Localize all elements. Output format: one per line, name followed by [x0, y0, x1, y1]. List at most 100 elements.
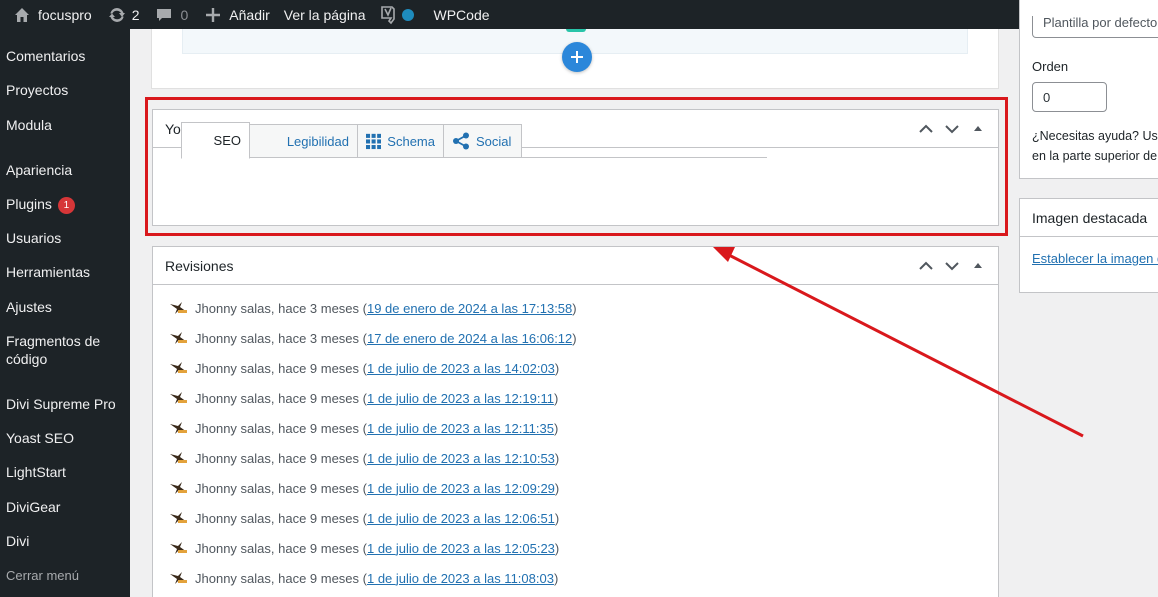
- yoast-seo-box: Yoast SEO SEO Legibilidad Schema Social: [152, 109, 999, 226]
- sidebar-item-modula[interactable]: Modula: [6, 116, 126, 134]
- plus-icon: [206, 7, 221, 22]
- revision-author: Jhonny salas, hace 9 meses (: [195, 510, 367, 526]
- help-text: ¿Necesitas ayuda? Usa en la parte superi…: [1032, 126, 1158, 166]
- revision-link[interactable]: 19 de enero de 2024 a las 17:13:58: [367, 301, 572, 316]
- revision-link[interactable]: 1 de julio de 2023 a las 12:05:23: [367, 541, 555, 556]
- sidebar-item-proyectos[interactable]: Proyectos: [6, 81, 126, 99]
- avatar: [169, 391, 189, 405]
- revision-link[interactable]: 17 de enero de 2024 a las 16:06:12: [367, 331, 572, 346]
- update-icon: [108, 7, 125, 22]
- sidebar-item-label: DiviGear: [6, 499, 61, 515]
- revision-author: Jhonny salas, hace 3 meses (: [195, 330, 367, 346]
- yoast-menu[interactable]: [372, 0, 434, 29]
- sidebar-item-label: Divi Supreme Pro: [6, 396, 116, 412]
- featured-image-title: Imagen destacada: [1020, 199, 1158, 237]
- revision-close: ): [554, 450, 560, 466]
- sidebar-item-ajustes[interactable]: Ajustes: [6, 298, 126, 316]
- sidebar-item-label: Modula: [6, 117, 52, 133]
- sidebar-item-yoast[interactable]: Yoast SEO: [6, 429, 126, 447]
- template-select[interactable]: Plantilla por defecto: [1032, 16, 1158, 38]
- revision-author: Jhonny salas, hace 9 meses (: [195, 540, 367, 556]
- avatar: [169, 511, 189, 525]
- revisions-box: Revisiones Jhonny salas, hace 3 meses (1…: [152, 246, 999, 597]
- revision-author: Jhonny salas, hace 9 meses (: [195, 570, 367, 586]
- wordpress-home-icon: [15, 7, 29, 22]
- revision-link[interactable]: 1 de julio de 2023 a las 12:11:35: [367, 421, 554, 436]
- revision-link[interactable]: 1 de julio de 2023 a las 14:02:03: [367, 361, 555, 376]
- order-label: Orden: [1032, 59, 1069, 74]
- chevron-up-icon[interactable]: [918, 258, 934, 274]
- yoast-icon: [380, 5, 395, 24]
- view-page-link[interactable]: Ver la página: [276, 0, 372, 29]
- sidebar-item-plugins[interactable]: Plugins 1: [6, 195, 126, 214]
- sidebar-item-label: Plugins: [6, 196, 52, 212]
- revision-close: ): [553, 570, 559, 586]
- sidebar-item-label: Fragmentos de código: [6, 333, 101, 367]
- add-new-label: Añadir: [229, 6, 270, 23]
- sidebar-item-fragmentos[interactable]: Fragmentos de código: [6, 332, 116, 368]
- admin-bar: focuspro 2 0 Añadir Ver la página WPCode: [0, 0, 1158, 29]
- sidebar-item-divigear[interactable]: DiviGear: [6, 498, 126, 516]
- order-input[interactable]: [1032, 82, 1107, 112]
- yoast-status-dot: [401, 8, 414, 21]
- plus-icon: [571, 51, 583, 63]
- sidebar-item-herramientas[interactable]: Herramientas: [6, 263, 126, 281]
- sidebar-item-usuarios[interactable]: Usuarios: [6, 229, 126, 247]
- comments-link[interactable]: 0: [146, 0, 195, 29]
- revision-author: Jhonny salas, hace 9 meses (: [195, 420, 367, 436]
- wpcode-label: WPCode: [433, 6, 490, 23]
- site-name: focuspro: [38, 6, 92, 23]
- tab-seo[interactable]: SEO: [181, 122, 250, 159]
- revision-close: ): [554, 480, 560, 496]
- list-item: Jhonny salas, hace 3 meses (19 de enero …: [169, 298, 577, 318]
- list-item: Jhonny salas, hace 3 meses (17 de enero …: [169, 328, 577, 348]
- tab-social[interactable]: Social: [443, 124, 522, 158]
- sidebar-item-divi[interactable]: Divi: [6, 532, 126, 550]
- set-featured-image-link[interactable]: Establecer la imagen d: [1032, 251, 1158, 266]
- avatar: [169, 361, 189, 375]
- collapse-arrow-icon[interactable]: [970, 258, 986, 274]
- sidebar-item-label: Apariencia: [6, 162, 73, 178]
- collapse-menu-button[interactable]: Cerrar menú: [6, 567, 126, 585]
- sidebar-item-lightstart[interactable]: LightStart: [6, 463, 126, 481]
- list-item: Jhonny salas, hace 9 meses (1 de julio d…: [169, 538, 559, 558]
- revision-close: ): [554, 360, 560, 376]
- revisions-header: Revisiones: [153, 247, 998, 285]
- chevron-down-icon[interactable]: [944, 258, 960, 274]
- tab-legibilidad[interactable]: Legibilidad: [249, 124, 358, 158]
- add-section-button[interactable]: [562, 42, 592, 72]
- sidebar-item-comentarios[interactable]: Comentarios: [6, 47, 126, 65]
- revisions-title: Revisiones: [165, 257, 234, 274]
- tab-social-label: Social: [476, 133, 512, 149]
- site-home-link[interactable]: focuspro: [0, 0, 98, 29]
- sidebar-item-label: Comentarios: [6, 48, 86, 64]
- revision-link[interactable]: 1 de julio de 2023 a las 12:06:51: [367, 511, 555, 526]
- tab-schema-label: Schema: [387, 133, 435, 149]
- sidebar-item-label: Yoast SEO: [6, 430, 74, 446]
- tab-schema[interactable]: Schema: [357, 124, 444, 158]
- revision-author: Jhonny salas, hace 9 meses (: [195, 390, 367, 406]
- plugins-update-badge: 1: [57, 197, 75, 214]
- avatar: [169, 541, 189, 555]
- avatar: [169, 421, 189, 435]
- featured-image-box: Imagen destacada Establecer la imagen d: [1019, 198, 1158, 293]
- sidebar-item-divi-supreme[interactable]: Divi Supreme Pro: [6, 395, 126, 413]
- revision-link[interactable]: 1 de julio de 2023 a las 12:10:53: [367, 451, 555, 466]
- add-new-link[interactable]: Añadir: [194, 0, 275, 29]
- list-item: Jhonny salas, hace 9 meses (1 de julio d…: [169, 508, 559, 528]
- page-builder-box: [151, 29, 999, 89]
- share-icon: [453, 132, 469, 150]
- revision-link[interactable]: 1 de julio de 2023 a las 12:19:11: [367, 391, 554, 406]
- sidebar-item-label: Usuarios: [6, 230, 62, 246]
- revision-link[interactable]: 1 de julio de 2023 a las 12:09:29: [367, 481, 555, 496]
- chevron-up-icon[interactable]: [918, 121, 934, 137]
- schema-grid-icon: [366, 133, 382, 149]
- tab-seo-label: SEO: [213, 133, 241, 148]
- chevron-down-icon[interactable]: [944, 121, 960, 137]
- wpcode-link[interactable]: WPCode: [434, 0, 496, 29]
- collapse-arrow-icon[interactable]: [970, 121, 986, 137]
- updates-link[interactable]: 2: [98, 0, 146, 29]
- sidebar-item-apariencia[interactable]: Apariencia: [6, 161, 126, 179]
- revision-link[interactable]: 1 de julio de 2023 a las 11:08:03: [367, 571, 554, 586]
- sidebar-item-label: Divi: [6, 533, 30, 549]
